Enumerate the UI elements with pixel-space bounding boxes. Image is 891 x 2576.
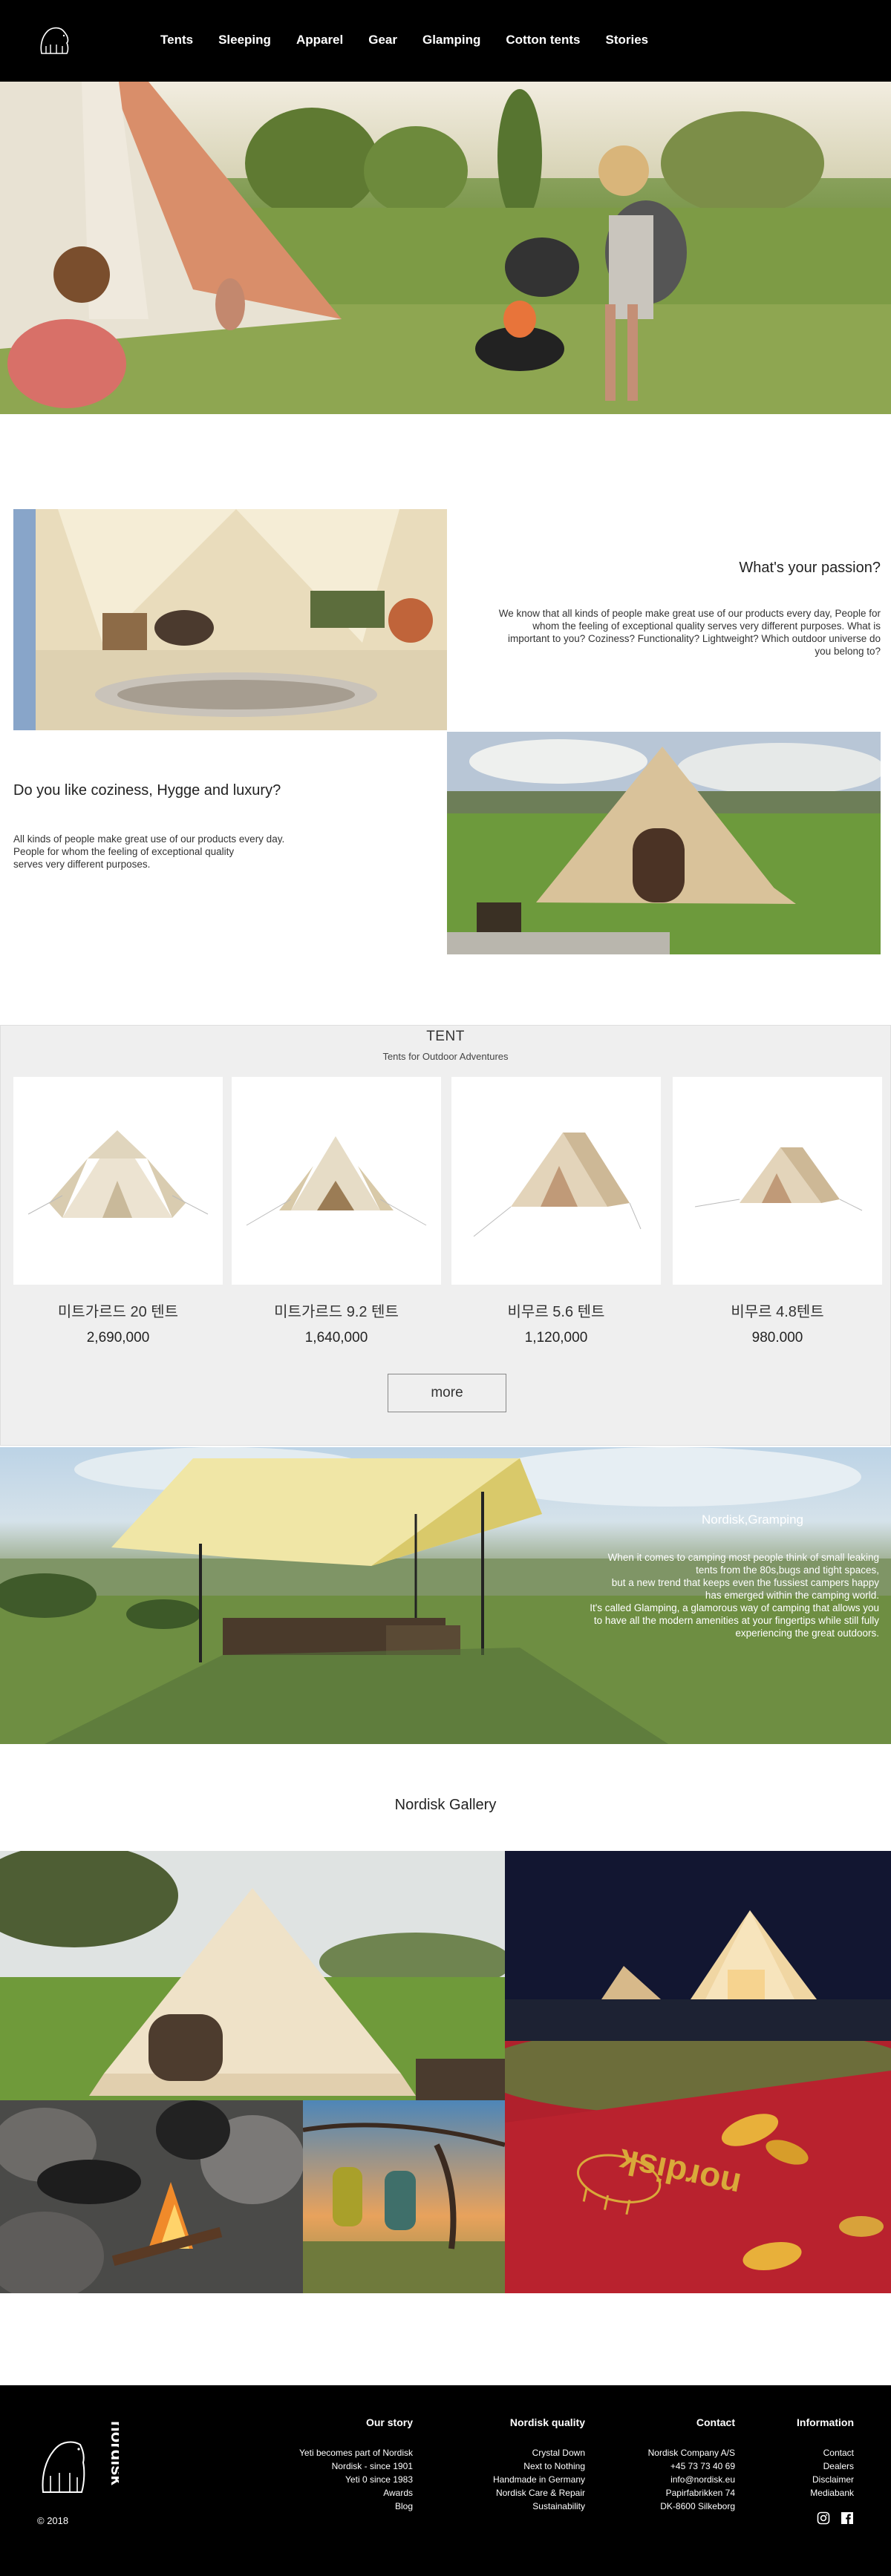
hero-image	[0, 82, 891, 414]
tent-product-image	[473, 1133, 642, 1237]
gallery-image-hanging-socks[interactable]	[303, 2100, 505, 2293]
glamping-title: Nordisk,Gramping	[702, 1513, 803, 1527]
site-footer: nordisk © 2018	[0, 2385, 891, 2576]
nav-item-apparel[interactable]: Apparel	[296, 33, 343, 47]
product-image[interactable]	[232, 1077, 441, 1285]
product-image[interactable]	[13, 1077, 223, 1285]
product-image[interactable]	[673, 1077, 882, 1285]
glamping-text: When it comes to camping most people thi…	[538, 1551, 879, 1639]
facebook-icon[interactable]	[841, 2511, 854, 2525]
tent-section-subtitle: Tents for Outdoor Adventures	[382, 1051, 509, 1062]
footer-col-nordisk-quality: Nordisk quality Crystal Down Next to Not…	[493, 2416, 585, 2513]
product-price: 1,640,000	[304, 1330, 368, 1346]
product-card[interactable]: 비무르 4.8텐트 980.000	[673, 1077, 882, 1346]
footer-link[interactable]: Disclaimer	[797, 2473, 854, 2486]
coziness-text: All kinds of people make great use of ou…	[13, 833, 355, 871]
product-card[interactable]: 미트가르드 20 텐트 2,690,000	[13, 1077, 223, 1346]
footer-link[interactable]: Contact	[797, 2446, 854, 2459]
social-links	[817, 2511, 854, 2525]
footer-link[interactable]: Blog	[299, 2500, 413, 2513]
footer-link[interactable]: Yeti 0 since 1983	[299, 2473, 413, 2486]
glamping-text-line: tents from the 80s,bugs and tight spaces…	[696, 1564, 879, 1576]
nav-item-glamping[interactable]: Glamping	[422, 33, 480, 47]
tent-product-image	[246, 1136, 427, 1226]
coziness-title: Do you like coziness, Hygge and luxury?	[13, 782, 281, 799]
product-price: 1,120,000	[524, 1330, 588, 1346]
tent-interior-photo	[13, 509, 447, 730]
product-price: 980.000	[751, 1330, 803, 1346]
footer-text: DK-8600 Silkeborg	[660, 2501, 735, 2511]
footer-heading: Contact	[696, 2416, 735, 2428]
glamping-text-line: has emerged within the camping world.	[705, 1590, 879, 1601]
product-name[interactable]: 비무르 5.6 텐트	[451, 1300, 661, 1321]
glamping-text-line: It's called Glamping, a glamorous way of…	[590, 1602, 879, 1613]
footer-link[interactable]: Mediabank	[797, 2486, 854, 2500]
footer-nordisk-bear-logo-icon[interactable]: nordisk	[37, 2418, 119, 2500]
product-name[interactable]: 미트가르드 20 텐트	[13, 1300, 223, 1321]
nordisk-bear-logo-icon[interactable]	[34, 21, 74, 61]
instagram-icon[interactable]	[817, 2511, 830, 2525]
hero-camping-family-photo	[0, 82, 891, 414]
nav-item-sleeping[interactable]: Sleeping	[218, 33, 271, 47]
glamping-text-line: When it comes to camping most people thi…	[607, 1552, 879, 1563]
footer-link[interactable]: Handmade in Germany	[493, 2473, 585, 2486]
nav-item-tents[interactable]: Tents	[160, 33, 193, 47]
footer-link[interactable]: Nordisk - since 1901	[299, 2459, 413, 2473]
footer-link[interactable]: Dealers	[797, 2459, 854, 2473]
tent-in-field-photo	[447, 732, 881, 954]
footer-email-link[interactable]: info@nordisk.eu	[648, 2473, 735, 2486]
footer-heading: Nordisk quality	[509, 2416, 585, 2428]
gallery-image-bell-tent[interactable]	[0, 1851, 505, 2100]
glamping-text-line: experiencing the great outdoors.	[735, 1628, 879, 1639]
coziness-text-line: serves very different purposes.	[13, 859, 151, 870]
product-name[interactable]: 비무르 4.8텐트	[673, 1300, 882, 1321]
footer-link[interactable]: Sustainability	[493, 2500, 585, 2513]
glamping-text-line: to have all the modern amenities at your…	[593, 1615, 879, 1626]
footer-link[interactable]: Awards	[299, 2486, 413, 2500]
passion-title: What's your passion?	[739, 560, 881, 576]
footer-col-information: Information Contact Dealers Disclaimer M…	[797, 2416, 854, 2500]
passion-text: We know that all kinds of people make gr…	[498, 608, 881, 657]
footer-text: Nordisk Company A/S	[647, 2448, 735, 2458]
more-button[interactable]: more	[388, 1374, 506, 1412]
coziness-text-line: People for whom the feeling of exception…	[13, 846, 235, 857]
gallery-image-night-tents[interactable]	[505, 1851, 891, 2041]
footer-link[interactable]: Crystal Down	[493, 2446, 585, 2459]
tent-section-title: TENT	[426, 1029, 465, 1044]
glamping-text-line: but a new trend that keeps even the fuss…	[611, 1577, 879, 1588]
product-price: 2,690,000	[86, 1330, 150, 1346]
product-name[interactable]: 미트가르드 9.2 텐트	[232, 1300, 441, 1321]
footer-link[interactable]: Nordisk Care & Repair	[493, 2486, 585, 2500]
footer-link[interactable]: Yeti becomes part of Nordisk	[299, 2446, 413, 2459]
footer-link[interactable]: Next to Nothing	[493, 2459, 585, 2473]
tent-product-image	[694, 1147, 863, 1211]
footer-heading: Our story	[365, 2416, 413, 2428]
nav-item-cotton-tents[interactable]: Cotton tents	[506, 33, 580, 47]
footer-heading: Information	[797, 2416, 854, 2428]
site-header: Tents Sleeping Apparel Gear Glamping Cot…	[0, 0, 891, 82]
footer-brand-wordmark: nordisk	[107, 2421, 119, 2485]
nav-item-gear[interactable]: Gear	[368, 33, 397, 47]
footer-col-contact: Contact Nordisk Company A/S +45 73 73 40…	[648, 2416, 735, 2513]
copyright: © 2018	[37, 2515, 69, 2526]
main-nav: Tents Sleeping Apparel Gear Glamping Cot…	[160, 33, 673, 47]
product-card[interactable]: 미트가르드 9.2 텐트 1,640,000	[232, 1077, 441, 1346]
footer-phone-link[interactable]: +45 73 73 40 69	[648, 2459, 735, 2473]
gallery-image-red-nordisk-bag[interactable]: nordisk	[505, 2041, 891, 2293]
product-card[interactable]: 비무르 5.6 텐트 1,120,000	[451, 1077, 661, 1346]
coziness-text-line: All kinds of people make great use of ou…	[13, 833, 285, 845]
footer-text: Papirfabrikken 74	[665, 2488, 735, 2498]
footer-col-our-story: Our story Yeti becomes part of Nordisk N…	[299, 2416, 413, 2513]
product-image[interactable]	[451, 1077, 661, 1285]
nav-item-stories[interactable]: Stories	[605, 33, 648, 47]
gallery-title: Nordisk Gallery	[394, 1797, 497, 1813]
tent-product-image	[27, 1130, 209, 1218]
gallery-image-campfire[interactable]	[0, 2100, 303, 2293]
